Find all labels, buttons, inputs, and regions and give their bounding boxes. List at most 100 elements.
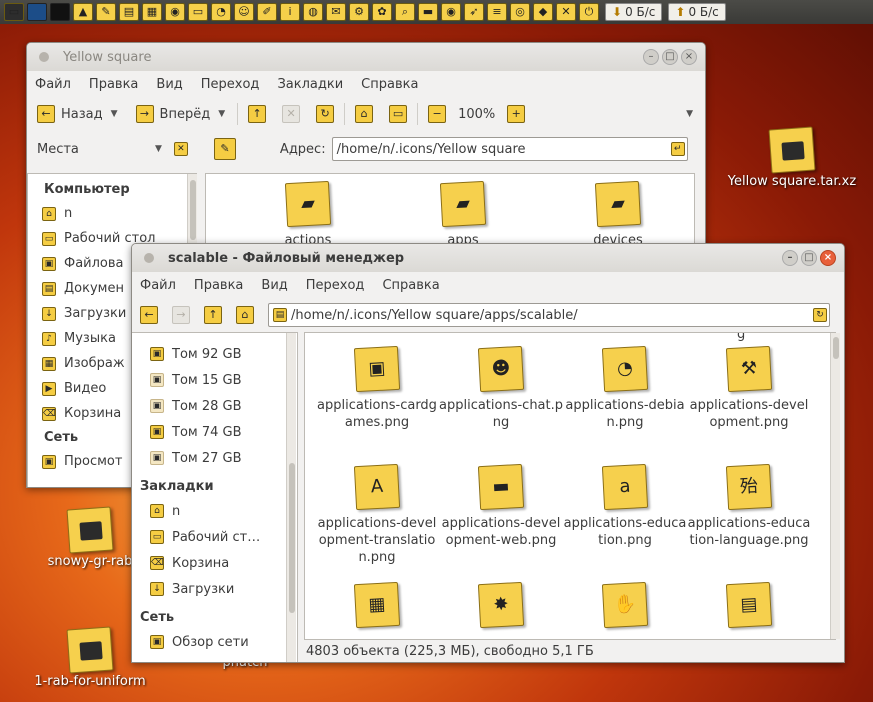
desktop-icon-snowy[interactable]: snowy-gr-rab <box>40 506 140 569</box>
file-item[interactable]: 殆 applications-education-language.png <box>687 463 811 549</box>
file-item[interactable]: ▰ devices <box>556 180 680 249</box>
maximize-button[interactable]: □ <box>801 250 817 266</box>
launcher-settings-icon[interactable]: ⚙ <box>349 3 369 21</box>
sidebar-item-volume[interactable]: ▣ Том 15 GB <box>132 367 297 393</box>
zoom-out-icon[interactable]: − <box>428 105 447 123</box>
window-menu-icon[interactable] <box>39 52 49 62</box>
sidebar-item-volume[interactable]: ▣ Том 74 GB <box>132 419 297 445</box>
forward-button[interactable]: → Вперёд ▼ <box>134 101 228 127</box>
workspace-empty-icon[interactable] <box>50 3 70 21</box>
launcher-torrent-icon[interactable]: ✿ <box>372 3 392 21</box>
menu-edit[interactable]: Правка <box>194 278 243 293</box>
file-item[interactable]: Aapplications-development-translation.pn… <box>315 463 439 566</box>
launcher-cross-icon[interactable]: ✕ <box>556 3 576 21</box>
minimize-button[interactable]: – <box>643 49 659 65</box>
workspace-icon[interactable]: ▭ <box>4 3 24 21</box>
sidebar-mode-select[interactable]: Места <box>37 142 147 157</box>
edit-path-icon[interactable]: ✎ <box>213 138 236 160</box>
computer-icon[interactable]: ▭ <box>389 105 408 123</box>
launcher-mail-icon[interactable]: ✉ <box>326 3 346 21</box>
sidebar-item-volume[interactable]: ▣ Том 27 GB <box>132 445 297 471</box>
launcher-rocket-icon[interactable]: ➶ <box>464 3 484 21</box>
close-button[interactable]: × <box>681 49 697 65</box>
launcher-gimp-icon[interactable]: ✎ <box>96 3 116 21</box>
sidebar-item-browse-network[interactable]: ▣ Обзор сети <box>132 629 297 655</box>
sidebar-item-home[interactable]: ⌂ n <box>132 498 297 524</box>
launcher-camera-icon[interactable]: ◉ <box>165 3 185 21</box>
menu-help[interactable]: Справка <box>361 77 418 92</box>
net-down-indicator[interactable]: ⬇ 0 Б/с <box>605 3 663 21</box>
file-item[interactable]: ◔ applications-debian.png <box>563 345 687 431</box>
file-item[interactable]: ✸ <box>439 581 563 633</box>
launcher-config-icon[interactable]: ≡ <box>487 3 507 21</box>
menu-go[interactable]: Переход <box>201 77 260 92</box>
launcher-image-icon[interactable]: ▦ <box>142 3 162 21</box>
menu-file[interactable]: Файл <box>140 278 176 293</box>
file-item[interactable]: a applications-education.png <box>563 463 687 549</box>
zoom-level[interactable]: 100% <box>458 107 495 122</box>
launcher-clock-icon[interactable]: ◔ <box>211 3 231 21</box>
menu-file[interactable]: Файл <box>35 77 71 92</box>
sidebar-item-downloads[interactable]: ↓ Загрузки <box>132 576 297 602</box>
file-item[interactable]: ▰ actions <box>246 180 370 249</box>
sidebar-item-home[interactable]: ⌂ n <box>28 201 196 226</box>
sidebar-item-trash[interactable]: ⌫ Корзина <box>132 550 297 576</box>
scroll-thumb[interactable] <box>833 337 839 359</box>
launcher-search-icon[interactable]: ⌕ <box>395 3 415 21</box>
launcher-browser-icon[interactable]: ◍ <box>303 3 323 21</box>
address-input[interactable]: /home/n/.icons/Yellow square ↵ <box>331 137 688 161</box>
menu-view[interactable]: Вид <box>261 278 287 293</box>
scroll-thumb[interactable] <box>190 180 196 240</box>
launcher-info-icon[interactable]: i <box>280 3 300 21</box>
net-up-indicator[interactable]: ⬆ 0 Б/с <box>668 3 726 21</box>
reload-icon[interactable]: ↻ <box>813 308 827 322</box>
file-item[interactable]: ▦ <box>315 581 439 633</box>
window-menu-icon[interactable] <box>144 253 154 263</box>
close-button[interactable]: × <box>820 250 836 266</box>
home-icon[interactable]: ⌂ <box>236 306 254 324</box>
launcher-power-icon[interactable]: ⏻ <box>579 3 599 21</box>
menu-go[interactable]: Переход <box>306 278 365 293</box>
menu-view[interactable]: Вид <box>156 77 182 92</box>
sidebar-item-volume[interactable]: ▣ Том 28 GB <box>132 393 297 419</box>
back-arrow-icon[interactable]: ← <box>140 306 158 324</box>
launcher-files-icon[interactable]: ▬ <box>418 3 438 21</box>
file-item[interactable]: ▰ apps <box>401 180 525 249</box>
reload-icon[interactable]: ↻ <box>316 105 335 123</box>
window-titlebar[interactable]: scalable - Файловый менеджер – □ × <box>132 244 844 272</box>
scroll-thumb[interactable] <box>289 463 295 613</box>
file-item[interactable]: ▬ applications-development-web.png <box>439 463 563 549</box>
menu-edit[interactable]: Правка <box>89 77 138 92</box>
launcher-terminal-icon[interactable]: ▭ <box>188 3 208 21</box>
launcher-edit-icon[interactable]: ✐ <box>257 3 277 21</box>
menu-help[interactable]: Справка <box>382 278 439 293</box>
home-icon[interactable]: ⌂ <box>355 105 374 123</box>
window-scalable[interactable]: scalable - Файловый менеджер – □ × Файл … <box>131 243 845 663</box>
file-item[interactable]: ▤ <box>687 581 811 633</box>
launcher-eye-icon[interactable]: ◉ <box>441 3 461 21</box>
window-titlebar[interactable]: Yellow square – □ × <box>27 43 705 71</box>
workspace-switcher-icon[interactable] <box>27 3 47 21</box>
go-icon[interactable]: ↵ <box>670 142 685 156</box>
file-item[interactable]: ▣ applications-cardgames.png <box>315 345 439 431</box>
file-view-scrollbar[interactable] <box>830 333 840 639</box>
launcher-fish-icon[interactable]: ◆ <box>533 3 553 21</box>
up-arrow-icon[interactable]: ↑ <box>204 306 222 324</box>
toolbar-overflow-icon[interactable]: ▼ <box>686 109 693 119</box>
chevron-down-icon[interactable]: ▼ <box>111 109 118 119</box>
launcher-disk-icon[interactable]: ◎ <box>510 3 530 21</box>
file-item[interactable]: ☻ applications-chat.png <box>439 345 563 431</box>
sidebar-item-volume[interactable] <box>132 333 297 341</box>
zoom-in-icon[interactable]: + <box>507 105 526 123</box>
chevron-down-icon[interactable]: ▼ <box>155 144 162 154</box>
up-arrow-icon[interactable]: ↑ <box>248 105 267 123</box>
maximize-button[interactable]: □ <box>662 49 678 65</box>
address-input[interactable]: ▤ /home/n/.icons/Yellow square/apps/scal… <box>268 303 830 327</box>
sidebar-item-desktop[interactable]: ▭ Рабочий ст… <box>132 524 297 550</box>
minimize-button[interactable]: – <box>782 250 798 266</box>
sidebar-item-volume[interactable]: ▣ Том 92 GB <box>132 341 297 367</box>
desktop-icon-archive[interactable]: Yellow square.tar.xz <box>722 126 862 189</box>
chevron-down-icon[interactable]: ▼ <box>218 109 225 119</box>
close-sidebar-icon[interactable]: ✕ <box>173 142 188 156</box>
menu-bookmarks[interactable]: Закладки <box>277 77 343 92</box>
